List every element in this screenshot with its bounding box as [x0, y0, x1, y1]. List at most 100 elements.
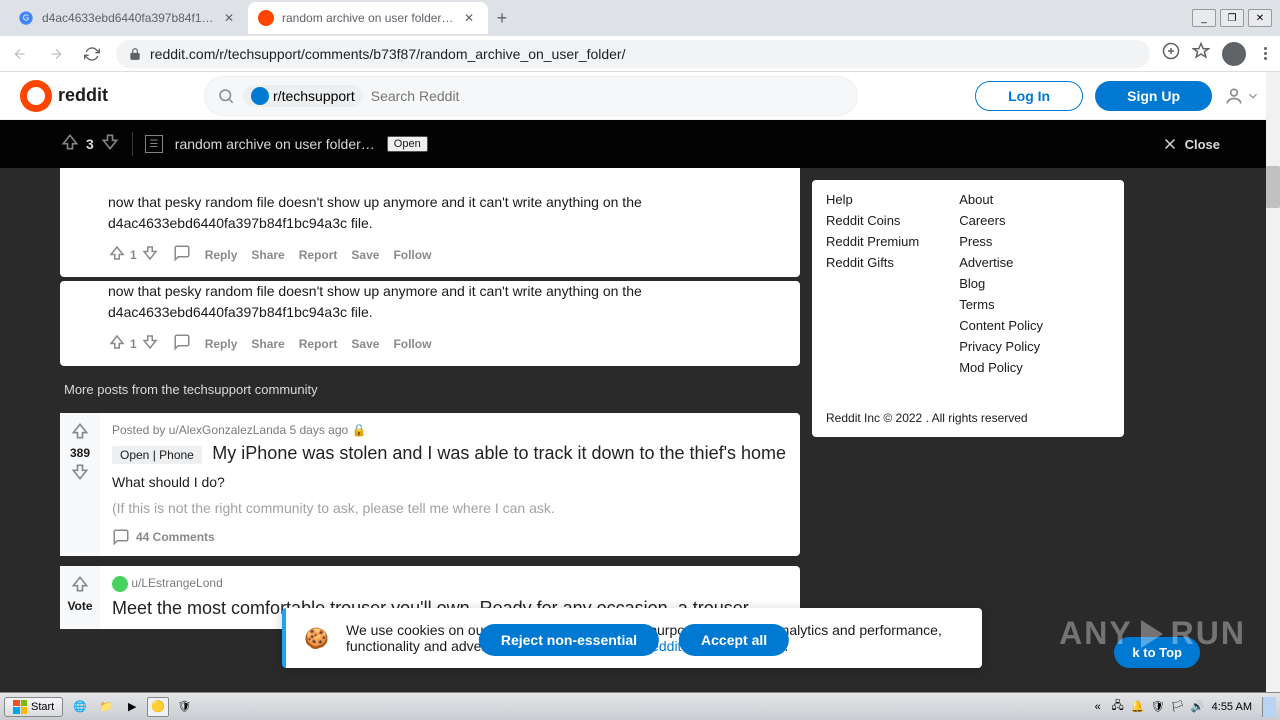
upvote-button[interactable] — [70, 421, 90, 444]
signup-button[interactable]: Sign Up — [1095, 81, 1212, 111]
close-window-button[interactable]: ✕ — [1248, 9, 1272, 27]
share-button[interactable]: Share — [251, 248, 284, 262]
post-score: 3 — [86, 136, 94, 152]
reddit-icon — [20, 80, 52, 112]
reply-button[interactable]: Reply — [205, 337, 238, 351]
share-button[interactable]: Share — [251, 337, 284, 351]
bookmark-icon[interactable] — [1192, 42, 1210, 65]
search-input[interactable] — [371, 88, 845, 104]
footer-link[interactable]: Privacy Policy — [959, 339, 1043, 354]
footer-link[interactable]: Reddit Coins — [826, 213, 919, 228]
save-button[interactable]: Save — [351, 248, 379, 262]
network-icon[interactable]: 🖧 — [1110, 699, 1126, 715]
address-bar: reddit.com/r/techsupport/comments/b73f87… — [0, 36, 1280, 72]
report-button[interactable]: Report — [299, 337, 338, 351]
chrome-icon[interactable]: 🟡 — [147, 697, 169, 717]
profile-avatar[interactable] — [1222, 42, 1246, 66]
taskbar-clock[interactable]: 4:55 AM — [1212, 701, 1252, 713]
footer-link[interactable]: Press — [959, 234, 1043, 249]
login-button[interactable]: Log In — [975, 81, 1083, 111]
browser-tab-google[interactable]: G d4ac4633ebd6440fa397b84f1bc94a ✕ — [8, 2, 248, 34]
footer-link[interactable]: Help — [826, 192, 919, 207]
footer-link[interactable]: Blog — [959, 276, 1043, 291]
action-center-icon[interactable]: 🔔 — [1130, 699, 1146, 715]
maximize-button[interactable]: ❐ — [1220, 9, 1244, 27]
media-player-icon[interactable]: ▶ — [121, 697, 143, 717]
explorer-icon[interactable]: 📁 — [95, 697, 117, 717]
post-flair[interactable]: Open | Phone — [112, 446, 202, 464]
comment-count[interactable]: 44 Comments — [136, 530, 215, 544]
follow-button[interactable]: Follow — [393, 337, 431, 351]
author-link[interactable]: u/AlexGonzalezLanda — [169, 423, 286, 437]
feed-post-title[interactable]: My iPhone was stolen and I was able to t… — [212, 443, 786, 463]
reload-button[interactable] — [80, 42, 104, 66]
follow-button[interactable]: Follow — [393, 248, 431, 262]
subreddit-name: r/techsupport — [273, 88, 355, 104]
upvote-button[interactable] — [108, 244, 126, 265]
reddit-logo[interactable]: reddit — [20, 80, 108, 112]
comment-icon[interactable] — [173, 244, 191, 265]
downvote-button[interactable] — [100, 132, 120, 157]
post-meta: Posted by u/AlexGonzalezLanda 5 days ago… — [112, 423, 788, 437]
footer-link[interactable]: Content Policy — [959, 318, 1043, 333]
shield-icon[interactable]: 🛡 — [173, 697, 195, 717]
subreddit-pill[interactable]: r/techsupport — [243, 85, 363, 107]
url-field[interactable]: reddit.com/r/techsupport/comments/b73f87… — [116, 40, 1150, 68]
back-button[interactable] — [8, 42, 32, 66]
footer-link[interactable]: Careers — [959, 213, 1043, 228]
tab-close-icon[interactable]: ✕ — [464, 11, 478, 25]
footer-links-right: About Careers Press Advertise Blog Terms… — [959, 192, 1043, 375]
feed-post-card[interactable]: 389 Posted by u/AlexGonzalezLanda 5 days… — [60, 413, 800, 556]
downvote-button[interactable] — [141, 244, 159, 265]
report-button[interactable]: Report — [299, 248, 338, 262]
start-button[interactable]: Start — [4, 697, 63, 717]
install-icon[interactable] — [1162, 42, 1180, 65]
flag-icon[interactable]: 🏳 — [1170, 699, 1186, 715]
upvote-button[interactable] — [70, 574, 90, 597]
search-box[interactable]: r/techsupport — [204, 76, 858, 116]
more-posts-heading: More posts from the techsupport communit… — [60, 376, 800, 403]
tab-title: d4ac4633ebd6440fa397b84f1bc94a — [42, 11, 216, 25]
reject-cookies-button[interactable]: Reject non-essential — [479, 624, 659, 656]
scrollbar-thumb[interactable] — [1266, 166, 1280, 208]
back-to-top-button[interactable]: k to Top — [1114, 637, 1200, 668]
tray-expand-icon[interactable]: « — [1090, 699, 1106, 715]
downvote-button[interactable] — [141, 333, 159, 354]
show-desktop-button[interactable] — [1262, 697, 1276, 717]
security-icon[interactable]: 🛡 — [1150, 699, 1166, 715]
comment-icon[interactable] — [173, 333, 191, 354]
footer-links-card: Help Reddit Coins Reddit Premium Reddit … — [812, 180, 1124, 437]
accept-cookies-button[interactable]: Accept all — [679, 624, 789, 656]
footer-link[interactable]: Mod Policy — [959, 360, 1043, 375]
footer-link[interactable]: About — [959, 192, 1043, 207]
author-link[interactable]: u/LEstrangeLond — [131, 576, 222, 590]
upvote-button[interactable] — [60, 132, 80, 157]
reddit-wordmark: reddit — [58, 85, 108, 106]
tray-icons: « 🖧 🔔 🛡 🏳 🔊 — [1090, 699, 1206, 715]
page-scrollbar[interactable] — [1266, 72, 1280, 692]
footer-link[interactable]: Terms — [959, 297, 1043, 312]
close-overlay-button[interactable]: Close — [1161, 135, 1220, 153]
volume-icon[interactable]: 🔊 — [1190, 699, 1206, 715]
footer-link[interactable]: Advertise — [959, 255, 1043, 270]
subreddit-icon — [251, 87, 269, 105]
minimize-button[interactable]: _ — [1192, 9, 1216, 27]
comment-card: now that pesky random file doesn't show … — [60, 168, 800, 277]
downvote-button[interactable] — [70, 462, 90, 485]
upvote-button[interactable] — [108, 333, 126, 354]
footer-link[interactable]: Reddit Gifts — [826, 255, 919, 270]
save-button[interactable]: Save — [351, 337, 379, 351]
footer-link[interactable]: Reddit Premium — [826, 234, 919, 249]
post-vote-column: 389 — [60, 413, 100, 556]
user-menu-button[interactable] — [1224, 86, 1260, 106]
posted-by-label: Posted by — [112, 423, 169, 437]
tab-close-icon[interactable]: ✕ — [224, 11, 238, 25]
reply-button[interactable]: Reply — [205, 248, 238, 262]
forward-button[interactable] — [44, 42, 68, 66]
new-tab-button[interactable]: + — [488, 4, 516, 32]
search-icon — [217, 87, 235, 105]
ie-icon[interactable]: 🌐 — [69, 697, 91, 717]
window-controls: _ ❐ ✕ — [1192, 9, 1272, 27]
browser-menu-icon[interactable] — [1258, 47, 1272, 60]
browser-tab-reddit[interactable]: random archive on user folder… : te ✕ — [248, 2, 488, 34]
